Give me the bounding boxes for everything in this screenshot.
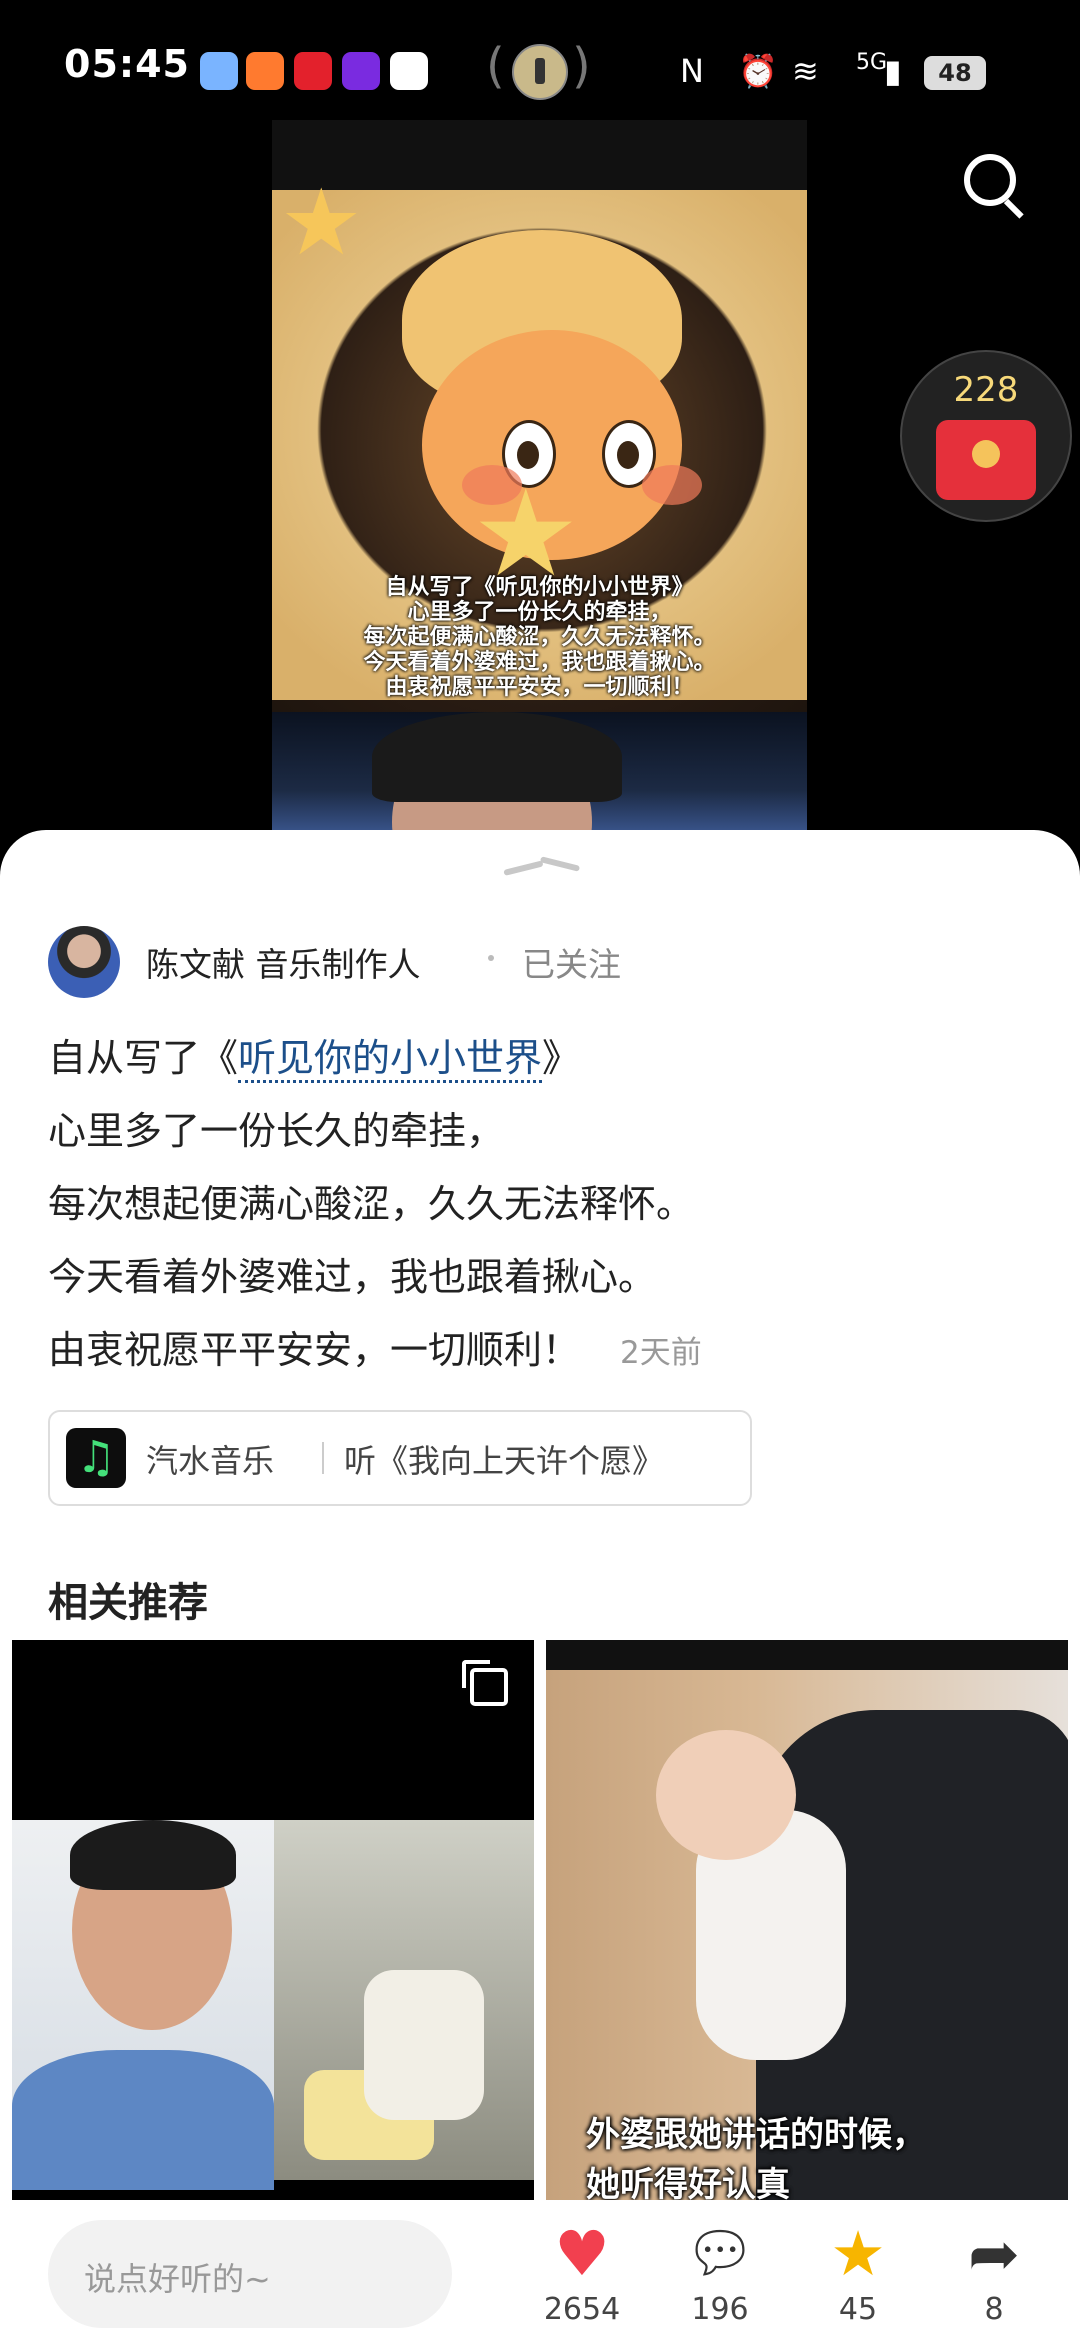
post-line: 由衷祝愿平平安安，一切顺利！ 2天前	[48, 1314, 1038, 1390]
weather-icon	[200, 52, 238, 90]
search-icon[interactable]	[960, 150, 1030, 220]
recommend-card[interactable]: 外婆跟她讲话的时候， 她听得好认真	[546, 1640, 1068, 2230]
baby-cheek-right	[642, 465, 702, 505]
music-card[interactable]: 汽水音乐 听《我向上天许个愿》	[48, 1410, 752, 1506]
red-packet-button[interactable]: 228	[900, 350, 1072, 522]
signal-icon: 5G	[856, 50, 888, 75]
collapse-chevron-icon[interactable]	[504, 866, 576, 880]
flashlight-bracket-left: (	[486, 38, 505, 94]
song-link[interactable]: 听见你的小小世界	[238, 1036, 543, 1083]
divider	[322, 1442, 324, 1474]
post-line: 自从写了《听见你的小小世界》	[48, 1022, 1038, 1095]
caption-line: 由衷祝愿平平安安，一切顺利！	[385, 675, 694, 700]
comment-button[interactable]: 💬︎ 196	[660, 2214, 780, 2327]
star-icon: ★	[280, 169, 363, 276]
search-handle	[1003, 198, 1024, 219]
flashlight-bracket-right: )	[572, 38, 591, 94]
caption-line: 每次起便满心酸涩，久久无法释怀。	[363, 625, 716, 650]
author-name[interactable]: 陈文献 音乐制作人	[146, 938, 421, 986]
wifi-icon: ≋	[792, 52, 819, 90]
post-line: 每次想起便满心酸涩，久久无法释怀。	[48, 1182, 695, 1226]
flashlight-icon[interactable]	[512, 44, 568, 100]
follow-status[interactable]: 已关注	[522, 938, 621, 986]
battery-icon: 48	[924, 56, 986, 90]
post-line: 心里多了一份长久的牵挂，	[48, 1109, 505, 1153]
post-text: 自从写了《听见你的小小世界》 心里多了一份长久的牵挂， 每次想起便满心酸涩，久久…	[48, 1022, 1038, 1390]
post-text-suffix: 》	[542, 1036, 581, 1080]
separator-dot	[488, 955, 494, 961]
like-count: 2654	[543, 2292, 621, 2327]
music-title: 听《我向上天许个愿》	[344, 1442, 665, 1480]
video-caption: 自从写了《听见你的小小世界》 心里多了一份长久的牵挂， 每次起便满心酸涩，久久无…	[272, 575, 807, 700]
alarm-icon: ⏰	[738, 52, 778, 90]
star-icon: ★	[830, 2217, 886, 2290]
video-cover[interactable]: ★ ★ 自从写了《听见你的小小世界》 心里多了一份长久的牵挂， 每次起便满心酸涩…	[272, 120, 807, 712]
signal-bars-icon: ▮	[884, 52, 902, 90]
avatar[interactable]	[48, 926, 120, 998]
section-title: 相关推荐	[48, 1580, 208, 1626]
person-body	[364, 1970, 484, 2120]
music-app-icon	[66, 1428, 126, 1488]
person-hair	[372, 712, 622, 802]
comment-bubble-icon: 💬︎	[684, 2221, 756, 2286]
comment-placeholder: 说点好听的~	[84, 2260, 271, 2298]
person-shirt	[12, 2050, 274, 2190]
share-arrow-icon: ➦	[968, 2217, 1020, 2290]
comment-input[interactable]: 说点好听的~	[48, 2220, 452, 2328]
thumb-left	[12, 1820, 274, 2190]
person-hair	[70, 1820, 236, 1890]
caption-line: 外婆跟她讲话的时候，	[586, 2115, 926, 2155]
thumb-right	[274, 1820, 534, 2180]
umbrella-icon	[390, 52, 428, 90]
comment-count: 196	[691, 2292, 749, 2327]
favorite-count: 45	[838, 2292, 878, 2327]
caption-line: 自从写了《听见你的小小世界》	[385, 575, 694, 600]
post-detail-sheet: 陈文献 音乐制作人 已关注 自从写了《听见你的小小世界》 心里多了一份长久的牵挂…	[0, 830, 1080, 2344]
post-time: 2天前	[620, 1335, 702, 1371]
caption-line: 心里多了一份长久的牵挂，	[407, 600, 672, 625]
share-button[interactable]: ➦ 8	[934, 2214, 1054, 2327]
post-line: 今天看着外婆难过，我也跟着揪心。	[48, 1255, 657, 1299]
share-count: 8	[984, 2292, 1004, 2327]
status-time: 05:45	[64, 42, 190, 86]
calendar-icon	[342, 52, 380, 90]
music-source: 汽水音乐	[146, 1442, 275, 1480]
nfc-icon: N	[680, 52, 704, 90]
post-line-text: 由衷祝愿平平安安，一切顺利！	[48, 1328, 581, 1372]
multi-image-icon	[462, 1660, 508, 1706]
video-next-frame	[272, 712, 807, 922]
favorite-button[interactable]: ★ 45	[798, 2214, 918, 2327]
red-envelope-icon	[936, 420, 1036, 500]
xiaohongshu-icon	[294, 52, 332, 90]
recommend-card[interactable]	[12, 1640, 534, 2230]
red-packet-count: 228	[953, 370, 1019, 410]
heart-icon: ♥	[554, 2217, 610, 2290]
recommend-caption: 外婆跟她讲话的时候， 她听得好认真	[546, 2110, 1068, 2210]
app-icon	[246, 52, 284, 90]
like-button[interactable]: ♥ 2654	[522, 2214, 642, 2327]
post-text-prefix: 自从写了《	[48, 1036, 239, 1080]
caption-line: 今天看着外婆难过，我也跟着揪心。	[363, 650, 716, 675]
baby-face	[656, 1730, 796, 1860]
bottom-action-bar: 说点好听的~ ♥ 2654 💬︎ 196 ★ 45 ➦ 8	[0, 2200, 1080, 2344]
